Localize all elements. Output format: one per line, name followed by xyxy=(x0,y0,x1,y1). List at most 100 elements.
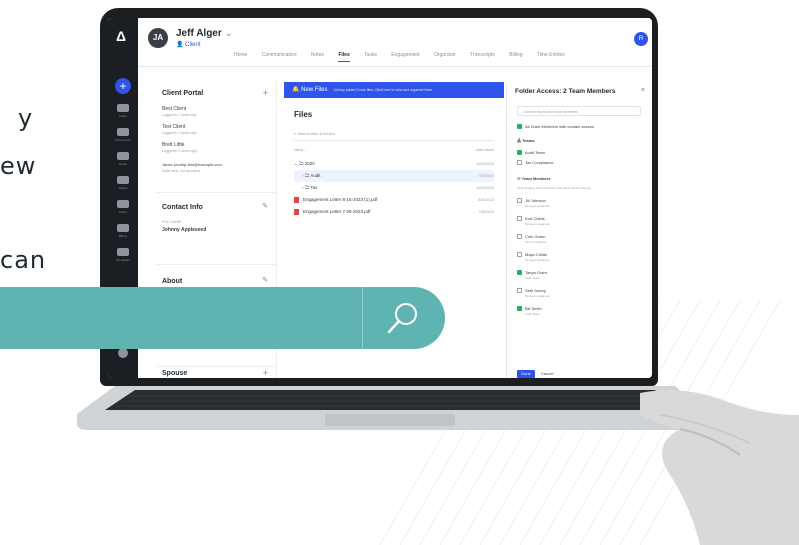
member-checkbox[interactable]: Seth Danny No team assigned xyxy=(517,288,549,298)
member-team: No team assigned xyxy=(525,294,550,299)
file-row[interactable]: › 🗀 Audit 7/09/2023 xyxy=(294,170,494,182)
person-icon: ⚇ xyxy=(517,176,521,181)
rail-label: Email xyxy=(119,162,127,166)
checkbox-label: Audit Team xyxy=(525,150,545,155)
person-icon: 👤 xyxy=(176,42,184,48)
checkbox-icon xyxy=(517,234,522,240)
folder-access-drawer: Folder Access: 2 Team Members × ⌕ Search… xyxy=(506,82,652,378)
member-name: Kurt Childs xyxy=(525,216,545,221)
search-icon: ⌕ xyxy=(522,110,524,114)
team-members-heading-text: Team Members xyxy=(521,176,551,181)
teams-heading-text: Teams xyxy=(522,138,535,143)
nav-tabs: Home Communication Notes Files Tasks Eng… xyxy=(234,52,578,62)
spouse-card: Spouse + xyxy=(156,368,276,378)
files-title: Files xyxy=(294,110,313,119)
user-avatar[interactable]: R xyxy=(634,32,648,46)
settings-icon[interactable] xyxy=(118,348,128,358)
add-button[interactable]: + xyxy=(115,78,131,94)
tab-communication[interactable]: Communication xyxy=(262,52,297,58)
checkbox-label: All Team Members with contact access xyxy=(525,124,594,129)
close-icon[interactable]: × xyxy=(641,87,645,94)
bell-icon: 🔔 xyxy=(292,87,300,93)
templates-icon[interactable] xyxy=(117,248,129,256)
file-row[interactable]: Engagement Letter 7-28-2023.pdf 7/28/2023 xyxy=(294,206,494,218)
rail-label: Templates xyxy=(116,258,130,262)
column-date[interactable]: Date added xyxy=(476,148,494,152)
inbox-icon[interactable] xyxy=(117,104,129,112)
full-name-value: Johnny Appleseed xyxy=(162,227,207,233)
search-bar-graphic xyxy=(0,287,445,349)
member-name: Jill Johnson xyxy=(525,198,546,203)
team-checkbox[interactable]: Audit Team xyxy=(517,150,545,156)
drawer-title: Folder Access: 2 Team Members xyxy=(515,88,616,95)
email-icon[interactable] xyxy=(117,152,129,160)
add-portal-user-button[interactable]: + xyxy=(263,88,268,98)
team-members-heading: ⚇ Team Members xyxy=(517,176,551,181)
member-name: Maya Childs xyxy=(525,252,548,257)
headline-fragment-1: y xyxy=(18,104,34,132)
member-checkbox[interactable]: Cole Green Tax Compliance xyxy=(517,234,546,244)
about-title: About xyxy=(162,278,183,285)
member-name: Tanya Grant xyxy=(525,270,547,275)
banner-note: Johnny added 3 new files. Click here to … xyxy=(333,88,433,92)
edit-icon[interactable]: ✎ xyxy=(262,202,268,210)
rail-label: Billing xyxy=(118,234,127,238)
column-name[interactable]: Name ↓ xyxy=(294,148,306,152)
tab-home[interactable]: Home xyxy=(234,52,247,58)
tab-tasks[interactable]: Tasks xyxy=(364,52,377,58)
client-avatar[interactable]: JA xyxy=(148,28,168,48)
client-name[interactable]: Jeff Alger ⌄ xyxy=(176,28,233,39)
tab-notes[interactable]: Notes xyxy=(311,52,324,58)
tab-organizer[interactable]: Organizer xyxy=(434,52,456,58)
file-date: 8/16/2023 xyxy=(478,198,494,202)
tab-engagement[interactable]: Engagement xyxy=(391,52,419,58)
member-checkbox[interactable]: Bill Smith Audit Team xyxy=(517,306,542,316)
member-checkbox[interactable]: Maya Childs No team assigned xyxy=(517,252,549,262)
portal-member: Brett Little xyxy=(162,142,185,148)
app-logo: Δ xyxy=(116,28,127,44)
member-team: No team assigned xyxy=(525,258,550,263)
files-search-placeholder: Search files & folders xyxy=(297,131,336,136)
add-spouse-button[interactable]: + xyxy=(263,368,268,378)
file-row[interactable]: ⌄ 🗀 2020 10/02/2019 xyxy=(294,158,494,170)
firms-icon[interactable] xyxy=(117,200,129,208)
folder-icon: › 🗀 xyxy=(302,173,310,178)
rail-label: Inbox xyxy=(119,114,127,118)
all-members-checkbox[interactable]: All Team Members with contact access xyxy=(517,124,594,130)
files-search-input[interactable]: ⌕ Search files & folders xyxy=(294,128,494,141)
new-files-banner[interactable]: 🔔 New Files Johnny added 3 new files. Cli… xyxy=(284,82,504,98)
member-checkbox[interactable]: Kurt Childs No team assigned xyxy=(517,216,549,226)
team-search-input[interactable]: ⌕ Search teams and team members xyxy=(517,106,641,116)
teams-heading: ⁂ Teams xyxy=(517,138,535,143)
file-row[interactable]: Engagement Letter 8-16-2023 (1).pdf 8/16/… xyxy=(294,194,494,206)
file-date: 10/02/2019 xyxy=(476,162,494,166)
banner-title: New Files xyxy=(301,87,328,93)
documents-icon[interactable] xyxy=(117,128,129,136)
file-name: 2020 xyxy=(304,161,315,166)
member-checkbox[interactable]: Jill Johnson No team assigned xyxy=(517,198,549,208)
done-button[interactable]: Done xyxy=(517,370,535,378)
tab-time-entries[interactable]: Time Entries xyxy=(537,52,565,58)
chevron-down-icon[interactable]: ⌄ xyxy=(225,28,233,39)
contact-info-title: Contact Info xyxy=(162,204,203,211)
checkbox-checked-icon xyxy=(517,270,522,276)
cancel-button[interactable]: Cancel xyxy=(541,370,553,378)
file-row[interactable]: › 🗀 Tax 10/02/2019 xyxy=(294,182,494,194)
tab-files[interactable]: Files xyxy=(338,52,350,62)
billing-icon[interactable] xyxy=(117,224,129,232)
team-checkbox[interactable]: Tax Compliance xyxy=(517,160,553,166)
member-name: Seth Danny xyxy=(525,288,546,293)
team-search-placeholder: Search teams and team members xyxy=(524,110,578,114)
tab-transcripts[interactable]: Transcripts xyxy=(470,52,495,58)
tab-billing[interactable]: Billing xyxy=(509,52,522,58)
file-date: 7/28/2023 xyxy=(478,210,494,214)
member-team: Audit Team xyxy=(525,276,540,281)
headline-fragment-3: can xyxy=(0,246,47,274)
edit-icon[interactable]: ✎ xyxy=(262,276,268,284)
file-date: 10/02/2019 xyxy=(476,186,494,190)
member-checkbox[interactable]: Tanya Grant Audit Team xyxy=(517,270,547,280)
member-name: Cole Green xyxy=(525,234,546,239)
member-team: No team assigned xyxy=(525,204,550,209)
full-name-label: FULL NAME xyxy=(162,220,182,224)
teams-icon[interactable] xyxy=(117,176,129,184)
